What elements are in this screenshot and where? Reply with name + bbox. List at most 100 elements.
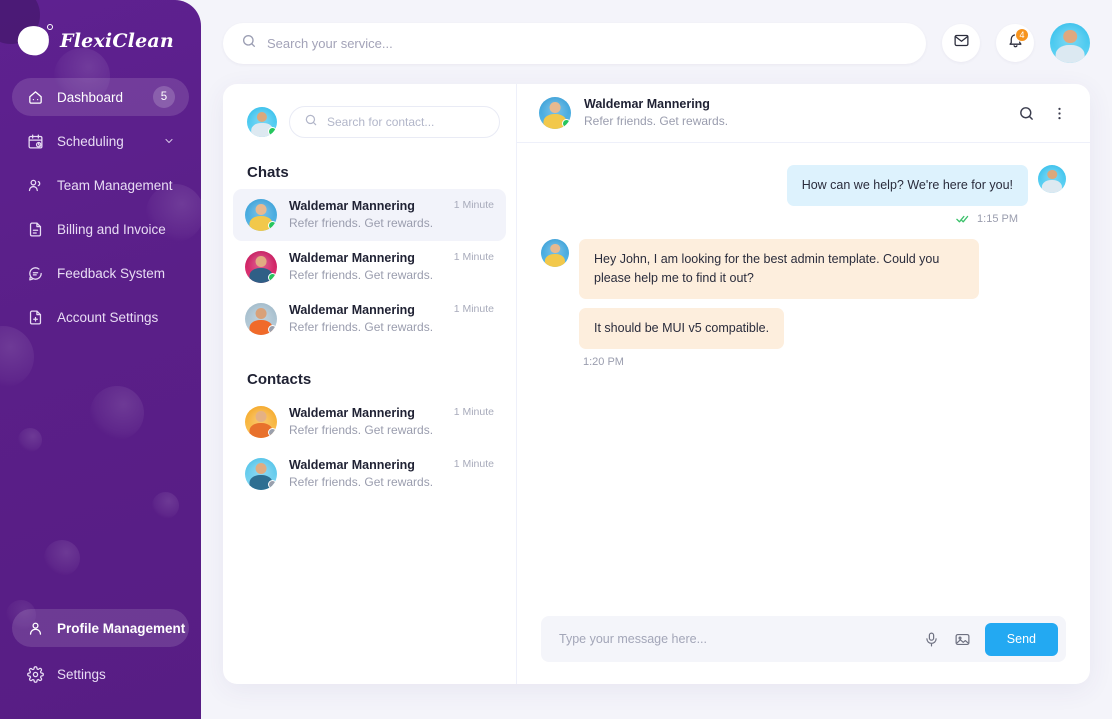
sidebar-item-billing-and-invoice[interactable]: Billing and Invoice (12, 210, 189, 248)
sidebar-item-profile-management[interactable]: Profile Management (12, 609, 189, 647)
timestamp: 1:15 PM (977, 213, 1018, 225)
contact-search[interactable] (289, 106, 500, 138)
decorative-bubble (18, 428, 42, 452)
search-input[interactable] (267, 36, 908, 51)
avatar (245, 199, 277, 231)
decorative-bubble (90, 386, 144, 440)
send-button[interactable]: Send (985, 623, 1058, 656)
document-icon (26, 220, 44, 238)
more-vertical-icon[interactable] (1051, 105, 1068, 122)
conversation-panel: Waldemar Mannering Refer friends. Get re… (517, 84, 1090, 684)
conversation-search-button[interactable] (1018, 105, 1035, 122)
outgoing-timestamp-row: 1:15 PM (541, 213, 1066, 225)
brand-logo[interactable]: FlexiClean (0, 0, 201, 62)
sidebar-item-team-management[interactable]: Team Management (12, 166, 189, 204)
users-icon (26, 176, 44, 194)
calendar-clock-icon (26, 132, 44, 150)
message-preview: Refer friends. Get rewards. (289, 267, 442, 284)
message-preview: Refer friends. Get rewards. (289, 422, 442, 439)
message-preview: Refer friends. Get rewards. (289, 319, 442, 336)
sidebar-item-label: Dashboard (57, 90, 140, 105)
message-bubble-incoming: It should be MUI v5 compatible. (579, 308, 784, 349)
status-dot (268, 325, 277, 334)
contact-search-input[interactable] (327, 115, 485, 129)
status-dot (562, 119, 571, 128)
timestamp: 1 Minute (454, 302, 494, 315)
timestamp: 1 Minute (454, 457, 494, 470)
timestamp: 1 Minute (454, 250, 494, 263)
double-check-icon (956, 214, 971, 225)
chat-bubble-icon (26, 264, 44, 282)
search-icon (241, 33, 257, 54)
decorative-bubble (152, 492, 179, 519)
blob-logo-icon (18, 24, 52, 58)
message-input[interactable] (559, 632, 909, 646)
sidebar-item-label: Feedback System (57, 266, 175, 281)
sidebar-badge-dashboard: 5 (153, 86, 175, 108)
sidebar-item-account-settings[interactable]: Account Settings (12, 298, 189, 336)
person-icon (26, 619, 44, 637)
chat-list-item[interactable]: Waldemar Mannering Refer friends. Get re… (233, 293, 506, 345)
sidebar-item-feedback-system[interactable]: Feedback System (12, 254, 189, 292)
microphone-icon[interactable] (923, 631, 940, 648)
mail-button[interactable] (942, 24, 980, 62)
brand-name: FlexiClean (60, 30, 174, 52)
contact-name: Waldemar Mannering (289, 457, 442, 474)
avatar (245, 303, 277, 335)
sidebar-item-label: Scheduling (57, 134, 150, 149)
chat-list-item[interactable]: Waldemar Mannering Refer friends. Get re… (233, 241, 506, 293)
status-dot (268, 480, 277, 489)
search-icon (304, 113, 318, 132)
chat-card: Chats Waldemar Mannering Refer friends. … (223, 84, 1090, 684)
message-preview: Refer friends. Get rewards. (289, 215, 442, 232)
sidebar-item-label: Settings (57, 667, 175, 682)
sidebar-item-label: Account Settings (57, 310, 175, 325)
message-composer: Send (517, 616, 1090, 684)
contact-name: Waldemar Mannering (289, 198, 442, 215)
outgoing-message-group: How can we help? We're here for you! (541, 165, 1066, 206)
chat-list-header (223, 106, 516, 138)
sidebar-item-scheduling[interactable]: Scheduling (12, 122, 189, 160)
incoming-message-group: Hey John, I am looking for the best admi… (541, 239, 1066, 349)
contact-list-item[interactable]: Waldemar Mannering Refer friends. Get re… (233, 396, 506, 448)
sidebar-item-settings[interactable]: Settings (12, 655, 189, 693)
user-avatar-button[interactable] (1050, 23, 1090, 63)
app-root: FlexiClean Dashboard 5 Scheduling (0, 0, 1112, 719)
messages-area: How can we help? We're here for you! 1:1… (517, 143, 1090, 616)
global-search[interactable] (223, 23, 926, 64)
chat-list-panel: Chats Waldemar Mannering Refer friends. … (223, 84, 517, 684)
home-icon (26, 88, 44, 106)
sidebar-item-label: Team Management (57, 178, 175, 193)
incoming-timestamp-row: 1:20 PM (541, 356, 1066, 368)
self-avatar[interactable] (247, 107, 277, 137)
sidebar-bottom-nav: Profile Management Settings (12, 609, 189, 701)
section-title-chats: Chats (223, 138, 516, 189)
image-icon[interactable] (954, 631, 971, 648)
avatar (245, 251, 277, 283)
chat-list-item[interactable]: Waldemar Mannering Refer friends. Get re… (233, 189, 506, 241)
message-preview: Refer friends. Get rewards. (289, 474, 442, 491)
sidebar-item-dashboard[interactable]: Dashboard 5 (12, 78, 189, 116)
avatar (245, 406, 277, 438)
envelope-icon (953, 32, 970, 54)
notifications-button[interactable]: 4 (996, 24, 1034, 62)
avatar (541, 239, 569, 267)
chevron-down-icon[interactable] (163, 135, 175, 147)
sidebar-nav: Dashboard 5 Scheduling (0, 78, 201, 336)
sidebar-item-label: Billing and Invoice (57, 222, 175, 237)
main-area: 4 (201, 0, 1112, 719)
avatar (245, 458, 277, 490)
avatar (539, 97, 571, 129)
status-dot (268, 127, 277, 136)
sidebar-item-label: Profile Management (57, 621, 185, 636)
message-bubble-incoming: Hey John, I am looking for the best admi… (579, 239, 979, 299)
conversation-subtitle: Refer friends. Get rewards. (584, 113, 728, 130)
status-dot (268, 221, 277, 230)
document-plus-icon (26, 308, 44, 326)
conversation-header: Waldemar Mannering Refer friends. Get re… (517, 84, 1090, 143)
contact-list-item[interactable]: Waldemar Mannering Refer friends. Get re… (233, 448, 506, 500)
top-bar: 4 (223, 0, 1090, 84)
contact-name: Waldemar Mannering (289, 302, 442, 319)
conversation-title: Waldemar Mannering (584, 96, 728, 113)
avatar (1038, 165, 1066, 193)
